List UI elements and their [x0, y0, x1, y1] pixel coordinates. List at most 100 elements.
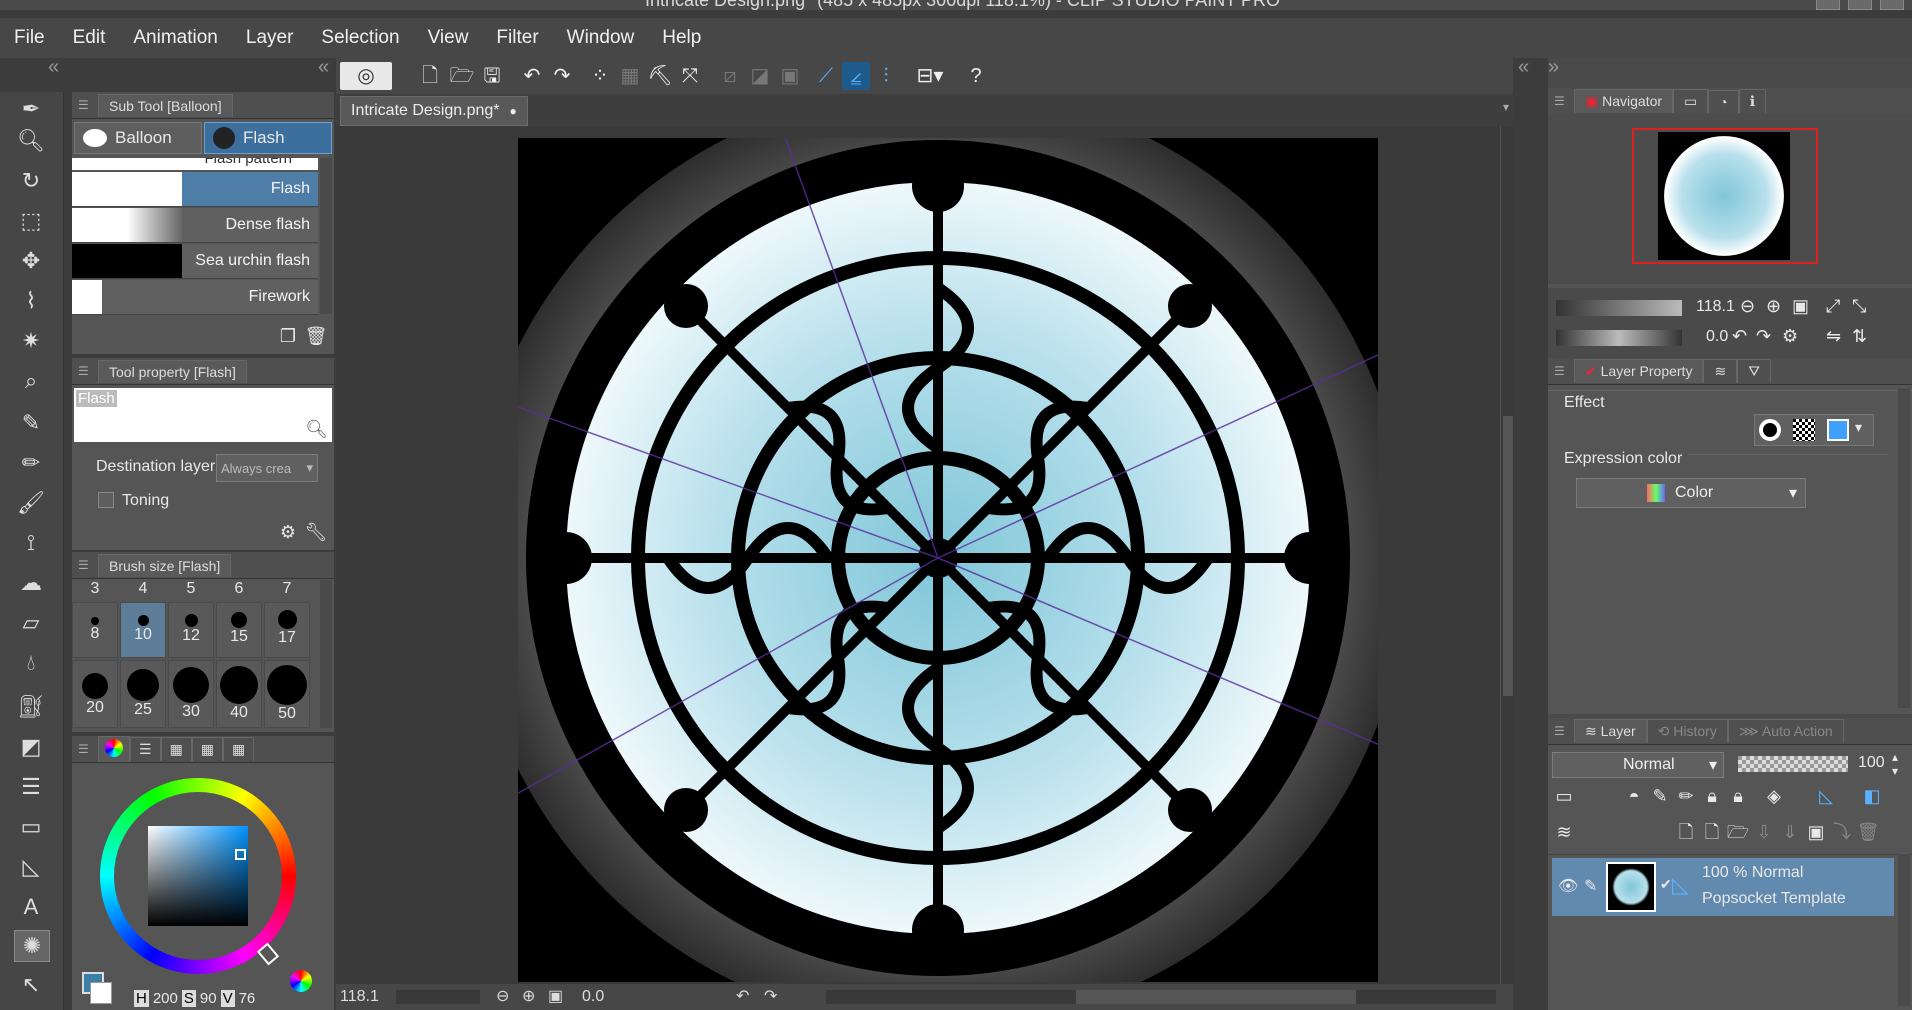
zoom-out-icon[interactable]: ⊖: [496, 986, 509, 1006]
panel-menu-icon[interactable]: ☰: [1554, 724, 1568, 738]
tool-setting-tab[interactable]: ≋: [1703, 359, 1738, 383]
operation-icon[interactable]: ⬚: [14, 206, 48, 236]
blend-icon[interactable]: 💧︎: [14, 648, 48, 678]
fill-selection-icon[interactable]: ▦: [616, 62, 644, 90]
create-mask-icon[interactable]: ▣: [1804, 820, 1828, 844]
scroll-thumb[interactable]: [1076, 990, 1356, 1004]
transform-icon[interactable]: ⤧: [676, 62, 704, 90]
transfer-down-icon[interactable]: ⇩: [1752, 820, 1776, 844]
subtool-item-sea-urchin-flash[interactable]: Sea urchin flash: [72, 244, 318, 279]
auto-select-icon[interactable]: ✷: [14, 326, 48, 356]
correct-line-icon[interactable]: ↖: [14, 970, 48, 1000]
info-tab[interactable]: ℹ: [1738, 89, 1767, 113]
menu-view[interactable]: View: [414, 27, 483, 49]
collapse-panel-icon[interactable]: «: [318, 56, 329, 79]
layer-stack-icon[interactable]: ≋: [1552, 820, 1576, 844]
delete-layer-icon[interactable]: 🗑︎: [1856, 820, 1880, 844]
brush-icon[interactable]: 🖌︎: [14, 488, 48, 518]
brush-size-option[interactable]: 17: [264, 602, 310, 658]
subtool-group-flash[interactable]: Flash: [204, 122, 332, 154]
balloon-icon[interactable]: ✺: [14, 930, 50, 962]
open-file-icon[interactable]: 🗁: [448, 62, 476, 90]
brush-size-option[interactable]: 4: [120, 580, 166, 598]
sub-view-tab[interactable]: ▭: [1673, 89, 1709, 113]
help-icon[interactable]: ?: [962, 62, 990, 90]
sub-color-swatch[interactable]: [90, 982, 112, 1004]
subtool-group-balloon[interactable]: Balloon: [74, 122, 202, 154]
fit-window-icon[interactable]: ⤢: [1826, 296, 1840, 317]
brush-size-option[interactable]: 12: [168, 602, 214, 658]
lock-transparency-icon[interactable]: 🔒︎: [1726, 784, 1750, 808]
subtool-item-firework[interactable]: Firework: [72, 280, 318, 315]
zoom-value[interactable]: 118.1: [340, 988, 379, 1006]
new-raster-layer-icon[interactable]: 🗋: [1674, 820, 1698, 844]
brush-size-option[interactable]: 7: [264, 580, 310, 598]
save-icon[interactable]: 🖫: [478, 62, 506, 90]
brush-size-option[interactable]: 20: [72, 660, 118, 728]
visibility-eye-icon[interactable]: 👁︎: [1558, 876, 1578, 896]
rotate-right-icon[interactable]: ↷: [1756, 326, 1771, 347]
navigator-rotate-slider[interactable]: [1556, 330, 1682, 346]
frame-icon[interactable]: ▭: [14, 812, 48, 842]
layer-color-icon[interactable]: [1827, 419, 1849, 441]
panel-menu-icon[interactable]: ☰: [78, 742, 92, 756]
decoration-icon[interactable]: ☁: [14, 568, 48, 598]
zoom-in-icon[interactable]: ⊕: [522, 986, 535, 1006]
fill-icon[interactable]: ⛽︎: [14, 692, 48, 722]
brushsize-scrollbar[interactable]: [320, 580, 332, 728]
menu-layer[interactable]: Layer: [232, 27, 308, 49]
lasso-icon[interactable]: ⌇: [14, 286, 48, 316]
draft-layer-icon[interactable]: ✏: [1674, 784, 1698, 808]
navigator-zoom-slider[interactable]: [1556, 300, 1682, 316]
new-vector-layer-icon[interactable]: 🗋: [1700, 820, 1724, 844]
new-file-icon[interactable]: 🗋: [416, 62, 444, 90]
material-tab[interactable]: ⛛: [1737, 359, 1771, 383]
maximize-button[interactable]: [1848, 0, 1872, 10]
snap-grid-icon[interactable]: ⫶: [872, 62, 900, 90]
document-tab[interactable]: Intricate Design.png* ●: [340, 96, 528, 126]
color-wheel[interactable]: [100, 778, 296, 974]
ruler-icon[interactable]: ◺: [1814, 784, 1838, 808]
brush-size-option[interactable]: 6: [216, 580, 262, 598]
canvas-horizontal-scrollbar[interactable]: [826, 990, 1496, 1004]
menu-filter[interactable]: Filter: [482, 27, 552, 49]
subtool-item-dense-flash[interactable]: Dense flash: [72, 208, 318, 243]
new-folder-icon[interactable]: 🗁: [1726, 820, 1750, 844]
subtool-tab[interactable]: Sub Tool [Balloon]: [98, 93, 233, 117]
layer-color-swatch-icon[interactable]: ◧: [1860, 784, 1884, 808]
menu-file[interactable]: File: [0, 27, 59, 49]
subtool-scrollbar[interactable]: [320, 158, 332, 314]
tab-list-icon[interactable]: ▾: [1503, 100, 1509, 114]
undo-icon[interactable]: ↶: [518, 62, 546, 90]
layer-tab[interactable]: ≋ Layer: [1574, 719, 1647, 743]
ruler-icon[interactable]: ◺: [14, 852, 48, 882]
gradient-icon[interactable]: ◩: [14, 732, 48, 762]
copy-subtool-icon[interactable]: ❐: [276, 324, 300, 348]
actual-size-icon[interactable]: ▣: [1792, 296, 1809, 317]
clear-icon[interactable]: ⁘: [586, 62, 614, 90]
brush-size-option[interactable]: 3: [72, 580, 118, 598]
rotate-icon[interactable]: ↻: [14, 166, 48, 196]
layerprop-scrollbar[interactable]: [1898, 388, 1910, 708]
panel-menu-icon[interactable]: ☰: [78, 98, 92, 112]
material-tab[interactable]: ◔: [1708, 89, 1739, 113]
settings-icon[interactable]: ⚙: [276, 520, 300, 544]
brush-size-option[interactable]: 8: [72, 602, 118, 658]
menu-help[interactable]: Help: [648, 27, 715, 49]
delete-subtool-icon[interactable]: 🗑︎: [304, 324, 328, 348]
flip-vertical-icon[interactable]: ⇅: [1852, 326, 1867, 347]
rotate-left-icon[interactable]: ↶: [1732, 326, 1747, 347]
expression-color-select[interactable]: Color ▾: [1576, 478, 1806, 508]
border-effect-icon[interactable]: [1759, 419, 1781, 441]
mask-icon[interactable]: ◈: [1762, 784, 1786, 808]
layer-color-icon[interactable]: ▭: [1552, 784, 1576, 808]
pencil-icon[interactable]: ✏: [14, 448, 48, 478]
toning-checkbox[interactable]: [98, 492, 114, 508]
layer-scrollbar[interactable]: [1898, 854, 1910, 1006]
brush-size-option[interactable]: 50: [264, 660, 310, 728]
navigator-angle-value[interactable]: 0.0: [1706, 328, 1728, 346]
move-layer-icon[interactable]: ✥: [14, 246, 48, 276]
rotate-right-icon[interactable]: ↷: [764, 986, 777, 1006]
snap-ruler-icon[interactable]: ⟋: [812, 62, 840, 90]
history-tab[interactable]: ⟲ History: [1646, 719, 1728, 743]
